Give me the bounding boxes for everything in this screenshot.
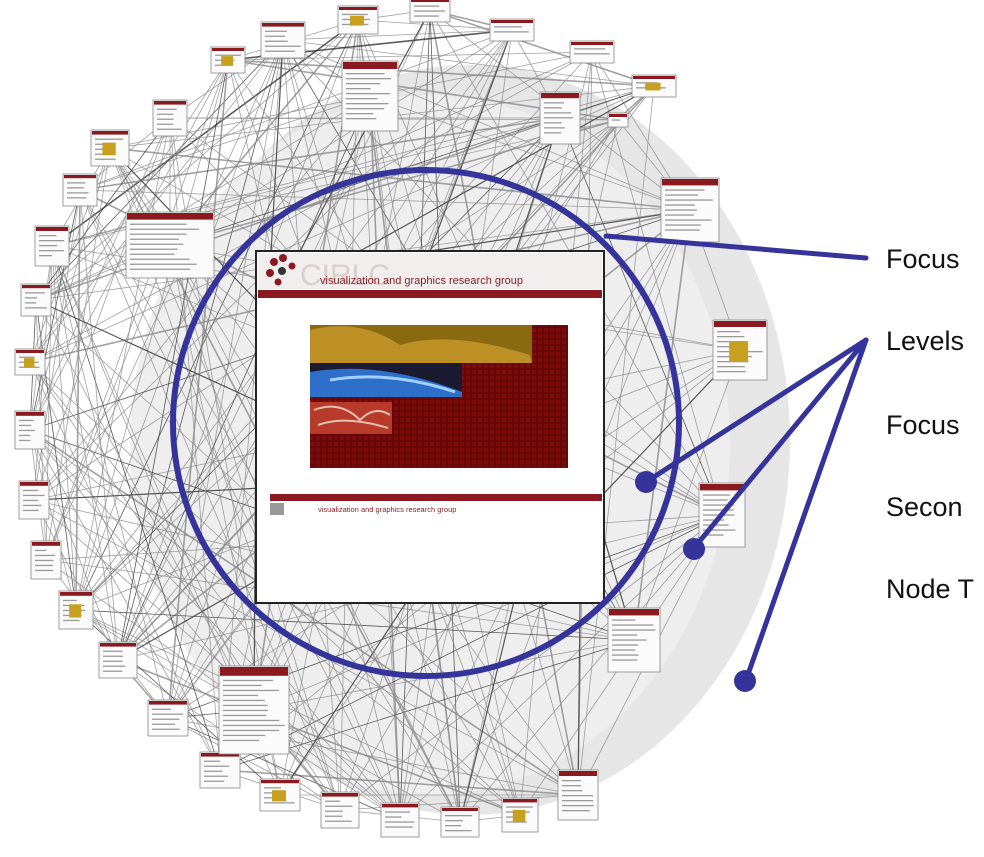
node-thumbnail[interactable]: [539, 91, 581, 145]
node-thumbnail[interactable]: [337, 5, 379, 35]
node-thumbnail[interactable]: [569, 40, 615, 64]
label-levels: Levels: [886, 326, 965, 356]
node-thumbnail[interactable]: [260, 21, 306, 59]
node-thumbnail[interactable]: [409, 0, 451, 23]
node-thumbnail[interactable]: [30, 540, 62, 580]
focus-node[interactable]: CIRLC visualization and graphics researc…: [255, 250, 605, 604]
node-thumbnail[interactable]: [58, 590, 94, 630]
network-diagram: CIRLC visualization and graphics researc…: [14, 0, 869, 838]
node-thumbnail[interactable]: [440, 806, 480, 838]
node-thumbnail[interactable]: [380, 802, 420, 838]
label-node-type: Node T: [886, 574, 975, 604]
node-thumbnail[interactable]: [147, 699, 189, 737]
node-thumbnail[interactable]: [14, 348, 46, 376]
callout-dot-middle: [683, 538, 705, 560]
node-thumbnail[interactable]: [34, 225, 70, 267]
node-thumbnail[interactable]: [14, 410, 46, 450]
node-thumbnail[interactable]: [90, 129, 130, 167]
node-thumbnail[interactable]: [631, 74, 677, 98]
label-secondary: Secon: [886, 492, 963, 522]
node-thumbnail[interactable]: [218, 665, 290, 755]
node-thumbnail[interactable]: [320, 791, 360, 829]
focus-header-title: visualization and graphics research grou…: [320, 275, 523, 287]
node-thumbnail[interactable]: [712, 319, 768, 381]
node-thumbnail[interactable]: [199, 751, 241, 789]
node-thumbnail[interactable]: [660, 177, 720, 243]
focus-footer-bar: [270, 494, 602, 501]
focus-footer-title: visualization and graphics research grou…: [318, 505, 456, 514]
node-thumbnail[interactable]: [607, 607, 661, 673]
label-focused: Focus: [886, 410, 960, 440]
node-thumbnail[interactable]: [501, 797, 539, 833]
callout-dot-outer: [734, 670, 756, 692]
node-thumbnail[interactable]: [152, 99, 188, 137]
node-thumbnail[interactable]: [259, 778, 301, 812]
node-thumbnail[interactable]: [489, 18, 535, 42]
callout-dot-inner: [635, 471, 657, 493]
node-thumbnail[interactable]: [210, 46, 246, 74]
edge: [282, 29, 513, 41]
node-thumbnail[interactable]: [341, 60, 399, 132]
node-thumbnail[interactable]: [18, 480, 50, 520]
node-thumbnail[interactable]: [98, 641, 138, 679]
node-thumbnail[interactable]: [62, 173, 98, 207]
focus-nav-bar: [258, 290, 602, 298]
label-focus: Focus: [886, 244, 960, 274]
node-thumbnail[interactable]: [557, 769, 599, 821]
node-thumbnail[interactable]: [125, 211, 215, 279]
node-thumbnail[interactable]: [607, 112, 629, 128]
node-thumbnail[interactable]: [20, 283, 52, 317]
